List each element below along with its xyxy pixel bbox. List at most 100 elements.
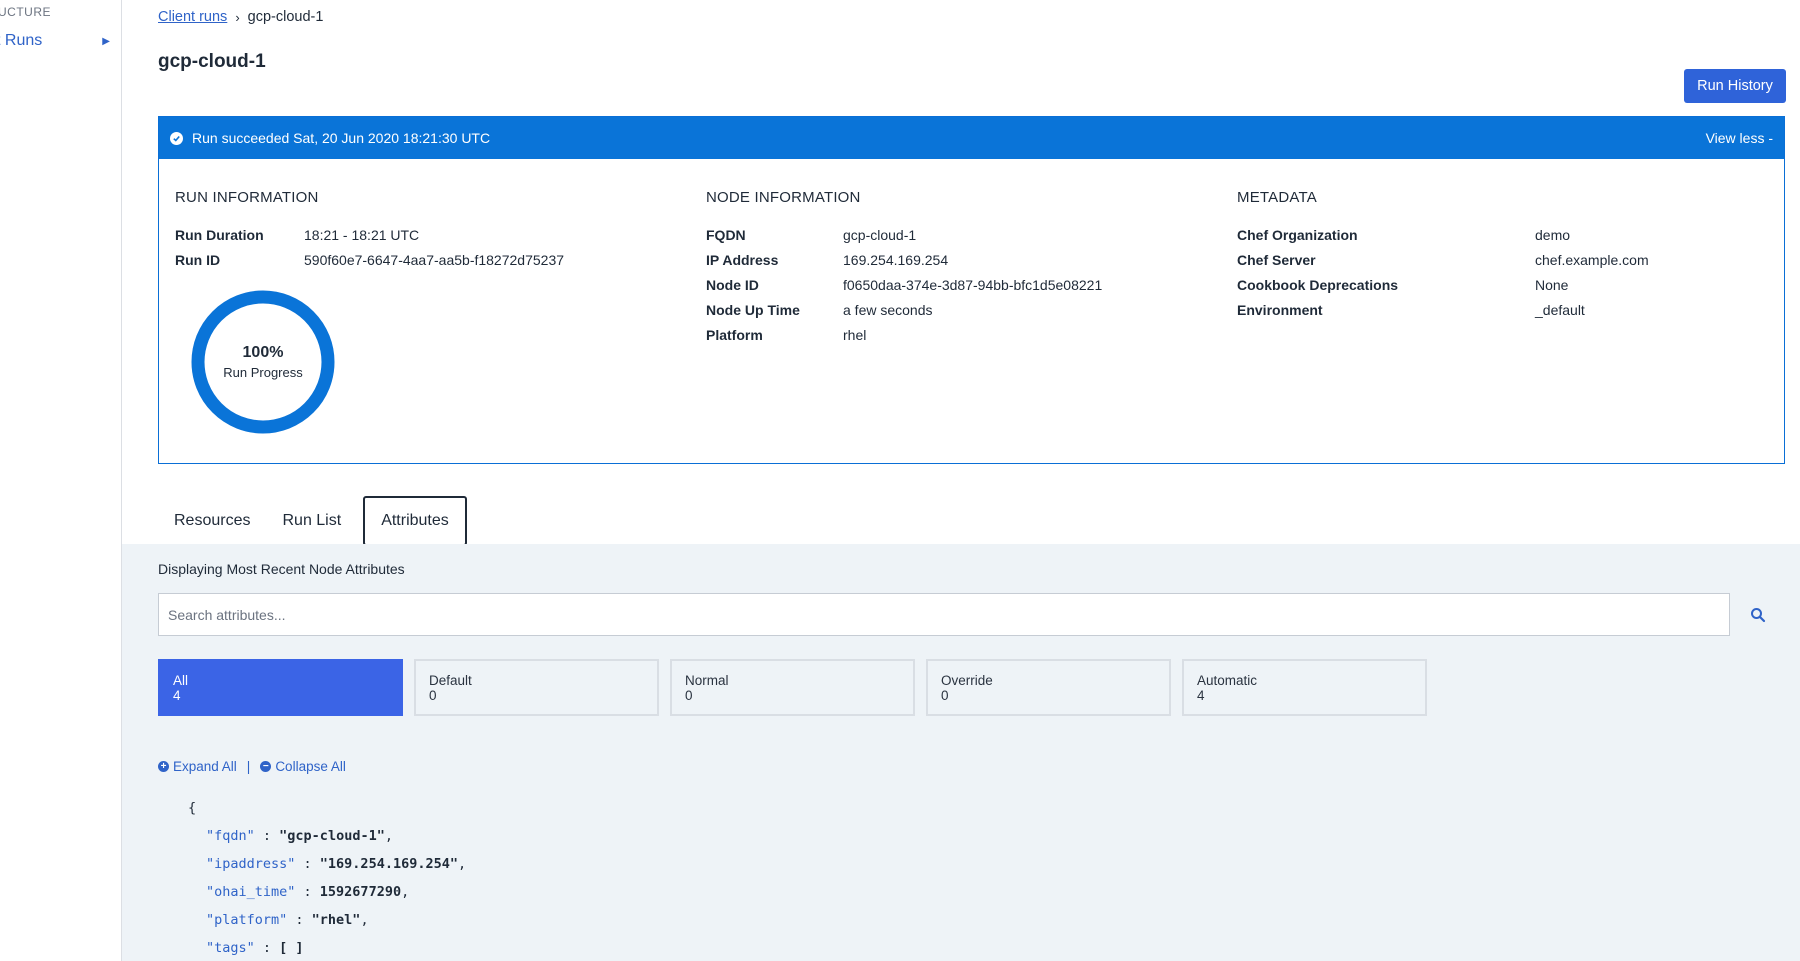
json-key: "tags" [206,940,255,956]
json-key: "fqdn" [206,828,255,844]
json-tail: , [401,884,410,900]
sidebar-item-label: t Runs [0,32,43,49]
json-value: "rhel" [311,912,361,928]
chef-organization-row: Chef Organization demo [1237,222,1649,247]
view-less-toggle[interactable]: View less - [1706,130,1773,146]
info-key: Environment [1237,301,1323,318]
breadcrumb: Client runs › gcp-cloud-1 [158,9,323,25]
json-value: "gcp-cloud-1" [279,828,385,844]
page-title: gcp-cloud-1 [158,51,266,72]
info-value: 169.254.169.254 [843,251,949,268]
tab-run-list[interactable]: Run List [266,496,357,546]
json-key: "platform" [206,912,288,928]
json-entry-ohai-time[interactable]: "ohai_time" : 1592677290, [188,878,466,906]
run-status-bar: Run succeeded Sat, 20 Jun 2020 18:21:30 … [159,117,1784,159]
minus-circle-icon: − [260,761,272,772]
breadcrumb-link-client-runs[interactable]: Client runs [158,9,227,25]
json-sep: : [254,828,280,844]
json-tail: , [457,856,467,872]
json-entry-platform[interactable]: "platform" : "rhel", [188,906,466,934]
run-history-button[interactable]: Run History [1684,69,1786,103]
filter-default[interactable]: Default 0 [414,659,659,716]
search-icon [1751,608,1766,623]
run-id-row: Run ID 590f60e7-6647-4aa7-aa5b-f18272d75… [175,247,564,272]
node-up-time-row: Node Up Time a few seconds [706,297,1102,322]
run-tabs: Resources Run List Attributes [158,496,467,548]
fqdn-row: FQDN gcp-cloud-1 [706,222,1102,247]
filter-count: 0 [429,688,437,703]
filter-label: All [173,673,189,688]
filter-normal[interactable]: Normal 0 [670,659,915,716]
collapse-all-button[interactable]: − Collapse All [260,759,346,774]
metadata-heading: METADATA [1237,189,1317,206]
chef-server-row: Chef Server chef.example.com [1237,247,1649,272]
json-key: "ohai_time" [206,884,296,900]
filter-label: Default [429,673,472,688]
filter-automatic[interactable]: Automatic 4 [1182,659,1427,716]
info-key: Platform [706,326,763,343]
json-entry-fqdn[interactable]: "fqdn" : "gcp-cloud-1", [188,822,466,850]
filter-label: Automatic [1197,673,1258,688]
info-value: _default [1535,301,1585,318]
chevron-right-icon: › [235,9,240,25]
attribute-filters: All 4 Default 0 Normal 0 Override 0 Auto… [158,659,1427,716]
metadata-section: METADATA Chef Organization demo Chef Ser… [1237,189,1649,322]
check-circle-icon [170,131,183,145]
info-key: Node ID [706,276,759,293]
json-tail: , [384,828,393,844]
info-value: f0650daa-374e-3d87-94bb-bfc1d5e08221 [843,276,1103,293]
filter-count: 0 [941,688,949,703]
run-information-section: RUN INFORMATION Run Duration 18:21 - 18:… [175,189,564,272]
info-value: None [1535,276,1569,293]
info-value: 18:21 - 18:21 UTC [304,226,420,243]
collapse-all-label: Collapse All [275,759,346,774]
filter-label: Override [941,673,993,688]
info-value: rhel [843,326,867,343]
tab-attributes[interactable]: Attributes [363,496,467,546]
attributes-heading: Displaying Most Recent Node Attributes [158,561,405,577]
expand-collapse-controls: + Expand All | − Collapse All [158,759,346,774]
json-entry-ipaddress[interactable]: "ipaddress" : "169.254.169.254", [188,850,466,878]
caret-right-icon: ▶ [102,35,110,47]
filter-count: 4 [173,688,181,703]
sidebar-item-client-runs[interactable]: t Runs ▶ [0,30,121,52]
filter-override[interactable]: Override 0 [926,659,1171,716]
info-key: Chef Organization [1237,226,1358,243]
expand-all-button[interactable]: + Expand All [158,759,237,774]
search-button[interactable] [1744,601,1772,629]
info-value: 590f60e7-6647-4aa7-aa5b-f18272d75237 [304,251,565,268]
run-progress-ring: 100% Run Progress [189,288,337,436]
info-key: Node Up Time [706,301,800,318]
run-progress-label: Run Progress [223,365,303,380]
search-attributes-input[interactable] [158,593,1730,636]
json-sep: : [254,940,280,956]
sidebar-section-label: UCTURE [0,5,51,19]
info-key: Run ID [175,251,221,268]
environment-row: Environment _default [1237,297,1649,322]
plus-circle-icon: + [158,761,169,772]
info-key: IP Address [706,251,779,268]
node-information-section: NODE INFORMATION FQDN gcp-cloud-1 IP Add… [706,189,1102,347]
run-progress-percent: 100% [242,344,284,361]
json-entry-tags[interactable]: "tags" : [ ] [188,934,466,961]
filter-count: 0 [685,688,693,703]
main-content: Client runs › gcp-cloud-1 gcp-cloud-1 Ru… [122,0,1800,961]
node-id-row: Node ID f0650daa-374e-3d87-94bb-bfc1d5e0… [706,272,1102,297]
info-value: a few seconds [843,301,933,318]
filter-all[interactable]: All 4 [158,659,403,716]
json-sep: : [287,912,312,928]
ip-address-row: IP Address 169.254.169.254 [706,247,1102,272]
json-tail: , [360,912,369,928]
info-key: Chef Server [1237,251,1316,268]
attributes-panel: Displaying Most Recent Node Attributes A… [122,544,1800,961]
run-status-message: Run succeeded Sat, 20 Jun 2020 18:21:30 … [192,130,491,146]
breadcrumb-current: gcp-cloud-1 [247,9,324,25]
json-value: [ ] [279,940,304,956]
tab-resources[interactable]: Resources [158,496,266,546]
expand-all-label: Expand All [173,759,237,774]
sidebar: UCTURE t Runs ▶ [0,0,122,961]
json-sep: : [295,856,320,872]
filter-count: 4 [1197,688,1205,703]
run-information-heading: RUN INFORMATION [175,189,319,206]
separator: | [246,759,251,774]
